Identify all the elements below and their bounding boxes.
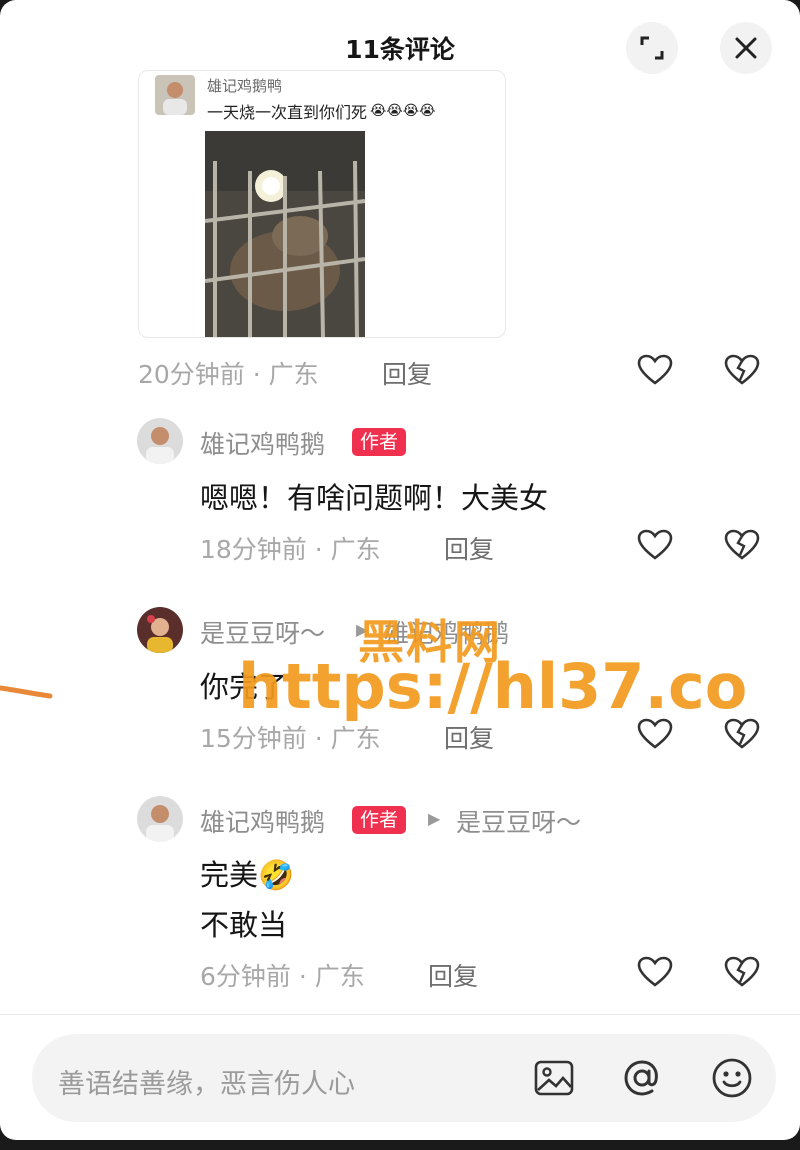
- location: 广东: [314, 962, 365, 991]
- comment-user-2[interactable]: 是豆豆呀～: [200, 614, 325, 650]
- quoted-text: 一天烧一次直到你们死 😭😭😭😭: [207, 99, 435, 123]
- author-badge: 作者: [352, 428, 407, 456]
- broken-heart-icon: [724, 529, 760, 560]
- avatar[interactable]: [137, 607, 183, 653]
- emoji-icon: [712, 1058, 752, 1098]
- divider: [0, 1014, 800, 1015]
- meta-dot: ·: [314, 535, 331, 564]
- like-button-0[interactable]: [635, 350, 675, 390]
- location: 广东: [330, 535, 381, 564]
- reply-target-3[interactable]: 是豆豆呀～: [456, 803, 581, 839]
- quoted-text-body: 一天烧一次直到你们死: [207, 103, 368, 122]
- quoted-image-card[interactable]: 雄记鸡鹅鸭 一天烧一次直到你们死 😭😭😭😭: [138, 70, 506, 338]
- meta-row-1: 18分钟前 · 广东: [200, 530, 381, 566]
- like-button-1[interactable]: [635, 525, 675, 565]
- close-button[interactable]: [720, 22, 772, 74]
- quoted-name: 雄记鸡鹅鸭: [207, 77, 283, 95]
- reply-button-2[interactable]: 回复: [444, 719, 494, 755]
- like-button-3[interactable]: [635, 952, 675, 992]
- heart-icon: [637, 529, 673, 560]
- at-icon: [624, 1060, 658, 1096]
- comment-user-3[interactable]: 雄记鸡鸭鹅: [200, 803, 325, 839]
- meta-row-3: 6分钟前 · 广东: [200, 957, 365, 993]
- comment-sheet: 11条评论 雄记鸡鹅鸭 一天烧一次直到你们死 😭😭😭😭 20分钟前 · 广东 回…: [0, 0, 800, 1140]
- reply-button-1[interactable]: 回复: [444, 530, 494, 566]
- time: 15分钟前: [200, 724, 307, 753]
- cage-photo: [205, 131, 365, 337]
- meta-dot: ·: [298, 962, 315, 991]
- hand-drawn-stroke: [0, 685, 53, 699]
- avatar[interactable]: [137, 796, 183, 842]
- dislike-button-0[interactable]: [722, 350, 762, 390]
- dislike-button-1[interactable]: [722, 525, 762, 565]
- time: 18分钟前: [200, 535, 307, 564]
- image-icon: [534, 1060, 574, 1096]
- reply-arrow-icon: ▶: [428, 809, 441, 828]
- reply-button-3[interactable]: 回复: [428, 957, 478, 993]
- location: 广东: [330, 724, 381, 753]
- comment-input-placeholder: 善语结善缘，恶言伤人心: [58, 1069, 355, 1100]
- heart-icon: [637, 956, 673, 987]
- avatar[interactable]: [137, 418, 183, 464]
- image-button[interactable]: [532, 1056, 576, 1100]
- comment-input[interactable]: 善语结善缘，恶言伤人心: [32, 1034, 776, 1122]
- meta-dot: ·: [314, 724, 331, 753]
- emoji-button[interactable]: [710, 1056, 754, 1100]
- comment-text-1: 嗯嗯！有啥问题啊！大美女: [200, 481, 549, 515]
- watermark-url: https://hl37.co: [238, 650, 748, 723]
- mention-button[interactable]: [620, 1056, 664, 1100]
- expand-icon: [640, 36, 664, 60]
- quoted-avatar: [155, 75, 195, 115]
- meta-row-0: 20分钟前 · 广东: [138, 355, 319, 391]
- author-badge: 作者: [352, 806, 407, 834]
- meta-dot: ·: [252, 360, 269, 389]
- expand-button[interactable]: [626, 22, 678, 74]
- close-icon: [735, 37, 757, 59]
- comment-text-3b: 不敢当: [200, 908, 288, 942]
- broken-heart-icon: [724, 956, 760, 987]
- location: 广东: [268, 360, 319, 389]
- heart-icon: [637, 354, 673, 385]
- sheet-title: 11条评论: [345, 35, 455, 64]
- reply-button-0[interactable]: 回复: [382, 355, 432, 391]
- meta-row-2: 15分钟前 · 广东: [200, 719, 381, 755]
- comment-user-1[interactable]: 雄记鸡鸭鹅: [200, 425, 325, 461]
- time: 20分钟前: [138, 360, 245, 389]
- quoted-emoji: 😭😭😭😭: [370, 103, 436, 119]
- dislike-button-3[interactable]: [722, 952, 762, 992]
- comment-text-3a: 完美🤣: [200, 858, 295, 892]
- broken-heart-icon: [724, 354, 760, 385]
- time: 6分钟前: [200, 962, 291, 991]
